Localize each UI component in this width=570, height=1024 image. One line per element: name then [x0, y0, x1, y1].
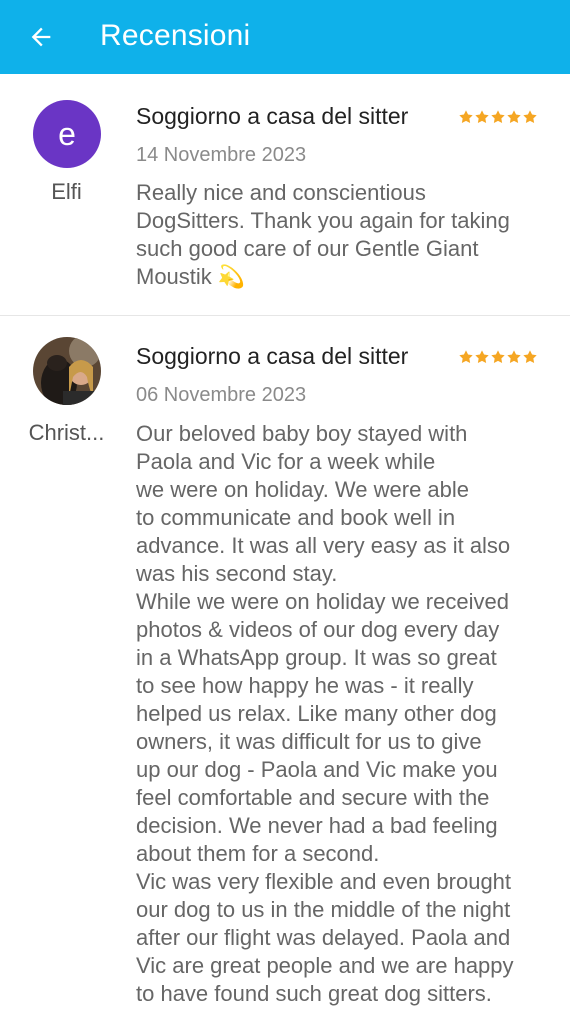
avatar-photo — [33, 337, 101, 405]
review-service: Soggiorno a casa del sitter — [136, 343, 409, 369]
page-title: Recensioni — [100, 19, 251, 52]
review-text: Really nice and conscientious DogSitters… — [136, 180, 510, 289]
review-service: Soggiorno a casa del sitter — [136, 103, 409, 129]
app-bar: Recensioni — [0, 0, 570, 74]
star-icon — [491, 110, 505, 123]
review-item: e Elfi Soggiorno a casa del sitter 14 No… — [0, 74, 570, 316]
star-icon — [523, 110, 537, 123]
review-date: 06 Novembre 2023 — [136, 384, 307, 406]
avatar[interactable]: e — [33, 100, 101, 168]
review-text: Our beloved baby boy stayed with Paola a… — [136, 421, 514, 1006]
star-icon — [475, 350, 489, 363]
star-icon — [523, 350, 537, 363]
avatar-letter: e — [58, 115, 76, 152]
back-button[interactable] — [22, 18, 60, 56]
star-icon — [507, 350, 521, 363]
rating-stars — [458, 109, 538, 125]
review-author: Elfi — [51, 179, 82, 204]
review-author: Christ... — [28, 420, 105, 445]
rating-stars — [458, 349, 538, 365]
star-icon — [475, 110, 489, 123]
star-icon — [459, 110, 473, 123]
arrow-left-icon — [31, 27, 51, 47]
review-item: Christ... Soggiorno a casa del sitter 06… — [0, 316, 570, 1024]
review-date: 14 Novembre 2023 — [136, 144, 307, 166]
star-icon — [507, 110, 521, 123]
star-icon — [491, 350, 505, 363]
star-icon — [459, 350, 473, 363]
avatar[interactable] — [33, 337, 101, 405]
